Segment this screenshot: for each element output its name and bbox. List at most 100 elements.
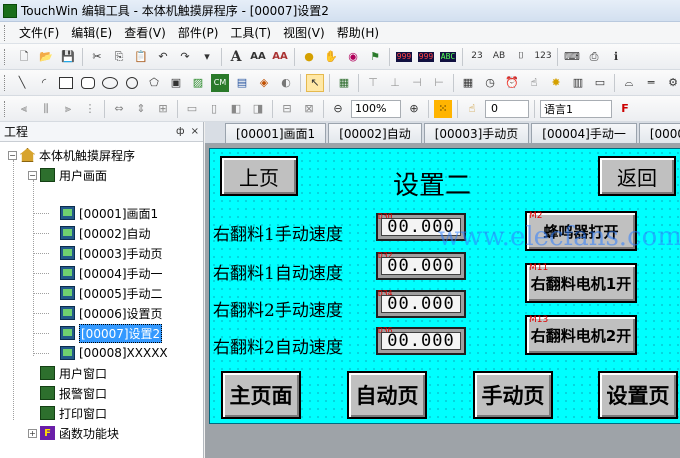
pointer-icon[interactable]: ↖ [306,73,324,92]
ellipse-icon[interactable] [101,74,119,92]
text-icon[interactable]: A [227,48,245,66]
undo-icon[interactable]: ↶ [154,48,172,66]
tree-screen-4[interactable]: [00004]手动一 [60,264,163,282]
collapse-icon[interactable]: − [8,150,17,160]
flag-icon[interactable]: ⚑ [366,48,384,66]
rectangle-icon[interactable] [57,74,75,92]
tree-alarm-windows[interactable]: 报警窗口 [40,384,107,402]
bar-graph-icon[interactable]: ▥ [569,74,587,92]
same-size-icon[interactable]: ⊞ [154,100,172,118]
component-icon[interactable]: ▦ [335,74,353,92]
line-icon[interactable]: ╲ [13,74,31,92]
zoom-in-icon[interactable]: ⊕ [405,100,423,118]
menu-tools[interactable]: 工具(T) [224,24,277,41]
redo-icon[interactable]: ↷ [176,48,194,66]
same-width-icon[interactable]: ⇔ [110,100,128,118]
new-file-icon[interactable]: 🗋 [15,48,33,66]
nav-settings-button[interactable]: 设置页 [598,371,678,419]
nav-auto-button[interactable]: 自动页 [347,371,427,419]
align-left-icon[interactable]: ⫷ [15,100,33,118]
back-button[interactable]: 返回 [598,156,676,196]
alarm-icon[interactable]: ⏰ [503,74,521,92]
text-display-icon[interactable]: ABC [439,48,457,66]
center-v-icon[interactable]: ⊠ [300,100,318,118]
ungroup-icon[interactable]: ▯ [205,100,223,118]
tab-screen-5[interactable]: [00005]手 [638,123,680,143]
tree-root[interactable]: − 本体机触摸屏程序 [8,146,135,164]
cup-icon[interactable]: ⌓ [620,74,638,92]
align-bottom-icon[interactable]: ⊣ [408,74,426,92]
tree-function-blocks[interactable]: + F 函数功能块 [28,424,119,442]
group-icon[interactable]: ▭ [183,100,201,118]
text-style-2-icon[interactable]: AA [271,48,289,66]
frame-icon[interactable]: ▣ [167,74,185,92]
number-select[interactable]: 0 [485,99,529,118]
keyboard-icon[interactable]: ⌨ [563,48,581,66]
slider-icon[interactable]: ═ [642,74,660,92]
tab-screen-2[interactable]: [00002]自动 [328,123,422,143]
copy-icon[interactable]: ⎘ [110,48,128,66]
collapse-icon[interactable]: − [28,170,37,180]
menu-help[interactable]: 帮助(H) [331,24,385,41]
touch-icon[interactable]: ☝ [525,74,543,92]
arc-icon[interactable]: ◜ [35,74,53,92]
clock-icon[interactable]: ◷ [481,74,499,92]
printer-icon[interactable]: ⎙ [585,48,603,66]
tree-screen-2[interactable]: [00002]自动 [60,224,151,242]
cm-icon[interactable]: CM [211,73,229,92]
tree-screen-5[interactable]: [00005]手动二 [60,284,163,302]
align-right-edge-icon[interactable]: ⫸ [59,100,77,118]
ab-icon[interactable]: AB [490,48,508,66]
number-input-icon[interactable]: 999 [417,48,435,66]
center-h-icon[interactable]: ⊟ [278,100,296,118]
tree-screen-1[interactable]: [00001]画面1 [60,204,158,222]
save-icon[interactable]: 💾 [59,48,77,66]
zoom-select[interactable]: 100% [351,99,401,118]
zoom-out-icon[interactable]: ⊖ [329,100,347,118]
rounded-rect-icon[interactable] [79,74,97,92]
menu-parts[interactable]: 部件(P) [172,24,225,41]
tree-screen-3[interactable]: [00003]手动页 [60,244,163,262]
tab-screen-3[interactable]: [00003]手动页 [423,123,530,143]
open-folder-icon[interactable]: 📂 [37,48,55,66]
buzzer-on-button[interactable]: M2 蜂鸣器打开 [525,211,637,251]
prev-page-button[interactable]: 上页 [220,156,298,196]
menu-edit[interactable]: 编辑(E) [65,24,118,41]
pin-icon[interactable]: ф [176,126,185,137]
nav-manual-button[interactable]: 手动页 [473,371,553,419]
tree-print-windows[interactable]: 打印窗口 [40,404,107,422]
dropdown-icon[interactable]: ▾ [198,48,216,66]
image-icon[interactable]: ▭ [591,74,609,92]
gauge-icon[interactable]: ◈ [255,74,273,92]
picture-icon[interactable]: ▨ [189,74,207,92]
calendar-icon[interactable]: ▦ [459,74,477,92]
tree-screen-6[interactable]: [00006]设置页 [60,304,163,322]
step-icon[interactable]: ⌷ [512,48,530,66]
tab-screen-4[interactable]: [00004]手动一 [531,123,637,143]
record-icon[interactable]: ◉ [344,48,362,66]
distribute-h-icon[interactable]: ⋮ [81,100,99,118]
tree-user-windows[interactable]: 用户窗口 [40,364,107,382]
language-select[interactable]: 语言1 [540,99,612,118]
nav-home-button[interactable]: 主页面 [221,371,301,419]
circle-icon[interactable] [123,74,141,92]
tree-screen-7[interactable]: [00007]设置2 [60,323,163,343]
align-right-icon[interactable]: ⊢ [430,74,448,92]
align-middle-icon[interactable]: ⊥ [386,74,404,92]
settings-icon[interactable]: ⚙ [664,74,680,92]
close-icon[interactable]: × [191,126,199,137]
speed-input-4[interactable]: D36 00.000 [376,326,466,355]
menu-window[interactable]: 视图(V) [277,24,331,41]
cut-icon[interactable]: ✂ [88,48,106,66]
chart-icon[interactable]: ▤ [233,74,251,92]
hand-icon[interactable]: ✋ [322,48,340,66]
meter-icon[interactable]: ◐ [277,74,295,92]
counter-icon[interactable]: 123 [534,48,552,66]
light-icon[interactable]: ✸ [547,74,565,92]
motor-1-on-button[interactable]: M11 右翻料电机1开 [525,263,637,303]
bring-front-icon[interactable]: ◧ [227,100,245,118]
same-height-icon[interactable]: ⇕ [132,100,150,118]
grid-icon[interactable]: ⁙ [434,99,452,118]
hand-tool-icon[interactable]: ☝ [463,100,481,118]
tree-user-screens[interactable]: − 用户画面 [28,166,107,184]
